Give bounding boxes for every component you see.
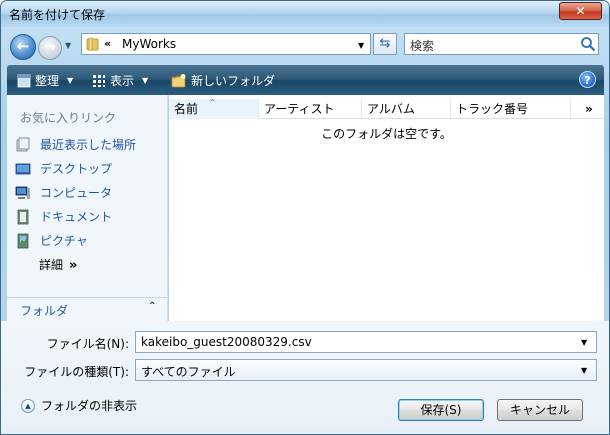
save-options-panel: ファイル名(N): kakeibo_guest20080329.csv ▼ ファ…	[1, 321, 609, 434]
filetype-dropdown-icon[interactable]: ▼	[581, 366, 587, 375]
column-header-album[interactable]: アルバム	[362, 99, 451, 119]
address-row: ← → ▼ « MyWorks ▼ ⇆ 検索	[1, 27, 609, 63]
back-button[interactable]: ←	[10, 34, 36, 60]
column-header-name[interactable]: ^ 名前	[169, 98, 259, 119]
hide-folders-toggle[interactable]: ▲ フォルダの非表示	[21, 397, 137, 414]
help-icon[interactable]: ?	[579, 71, 596, 88]
search-placeholder: 検索	[410, 39, 435, 53]
cancel-button[interactable]: キャンセル	[497, 399, 583, 421]
new-folder-icon	[171, 73, 186, 87]
sidebar-item-desktop[interactable]: デスクトップ	[15, 160, 112, 177]
filetype-select[interactable]: すべてのファイル	[135, 359, 597, 381]
sort-ascending-icon: ^	[209, 98, 216, 107]
title-bar: 名前を付けて保存 ✕	[1, 1, 609, 27]
folders-label: フォルダ	[20, 304, 69, 318]
close-button[interactable]: ✕	[559, 2, 602, 20]
view-caret-icon: ▼	[142, 76, 149, 85]
save-button[interactable]: 保存(S)	[398, 399, 484, 421]
navigation-pane: お気に入りリンク 最近表示した場所 デスクトップ コンピュータ ドキュメント ピ…	[7, 95, 168, 321]
favorite-links-heading: お気に入りリンク	[20, 111, 117, 125]
views-icon	[93, 74, 105, 87]
desktop-icon	[15, 163, 31, 174]
search-input[interactable]: 検索	[404, 33, 599, 55]
view-label: 表示	[110, 74, 135, 88]
sidebar-item-label: コンピュータ	[40, 186, 113, 200]
filetype-label: ファイルの種類(T):	[24, 365, 129, 379]
pictures-icon	[17, 233, 29, 248]
new-folder-button[interactable]: 新しいフォルダ	[171, 72, 275, 89]
save-as-dialog: 名前を付けて保存 ✕ ← → ▼ « MyWorks ▼ ⇆ 検索 整理 ▼ 表…	[0, 0, 610, 435]
view-button[interactable]: 表示 ▼	[92, 72, 148, 89]
sidebar-item-recent-places[interactable]: 最近表示した場所	[15, 136, 136, 153]
recent-places-icon	[16, 137, 30, 151]
sidebar-item-label: ドキュメント	[40, 210, 113, 224]
file-list[interactable]: ^ 名前 アーティスト アルバム トラック番号 » このフォルダは空です。	[169, 95, 604, 321]
folders-toggle[interactable]: フォルダ ⌃	[7, 297, 167, 321]
address-dropdown-icon[interactable]: ▼	[358, 41, 364, 50]
column-header-label: アーティスト	[264, 102, 335, 116]
sidebar-item-label: デスクトップ	[40, 162, 113, 176]
refresh-button[interactable]: ⇆	[373, 33, 397, 55]
forward-button[interactable]: →	[38, 36, 62, 60]
history-dropdown-icon[interactable]: ▼	[65, 41, 71, 50]
column-header-label: 名前	[174, 102, 199, 116]
details-arrow-icon: »	[69, 258, 78, 273]
address-bar[interactable]: « MyWorks ▼	[81, 33, 371, 55]
sidebar-item-pictures[interactable]: ピクチャ	[15, 232, 88, 249]
empty-folder-message: このフォルダは空です。	[321, 127, 452, 141]
details-label: 詳細	[39, 258, 64, 272]
organize-button[interactable]: 整理 ▼	[17, 72, 73, 89]
filename-input[interactable]: kakeibo_guest20080329.csv	[135, 331, 597, 353]
refresh-icon: ⇆	[379, 36, 391, 51]
filename-dropdown-icon[interactable]: ▼	[581, 338, 587, 347]
search-icon[interactable]	[580, 36, 596, 52]
more-columns-icon[interactable]: »	[585, 99, 593, 119]
organize-icon	[17, 74, 31, 87]
command-toolbar: 整理 ▼ 表示 ▼ 新しいフォルダ ?	[7, 65, 604, 95]
column-header-label: アルバム	[367, 102, 415, 116]
breadcrumb-current[interactable]: MyWorks	[122, 37, 176, 51]
column-headers: ^ 名前 アーティスト アルバム トラック番号 »	[169, 98, 604, 119]
column-header-artist[interactable]: アーティスト	[259, 99, 362, 119]
forward-arrow-icon: →	[44, 39, 56, 55]
organize-label: 整理	[35, 74, 60, 88]
breadcrumb-overflow-icon[interactable]: «	[104, 37, 111, 50]
documents-icon	[17, 209, 29, 224]
folder-icon	[86, 37, 99, 51]
sidebar-item-label: ピクチャ	[40, 234, 88, 248]
sidebar-item-label: 最近表示した場所	[40, 138, 137, 152]
computer-icon	[15, 186, 30, 199]
filename-label: ファイル名(N):	[46, 337, 129, 351]
sidebar-item-documents[interactable]: ドキュメント	[15, 208, 112, 225]
back-arrow-icon: ←	[16, 37, 30, 55]
hide-folders-label: フォルダの非表示	[41, 399, 138, 413]
column-header-label: トラック番号	[456, 102, 529, 116]
window-title: 名前を付けて保存	[9, 8, 106, 22]
new-folder-label: 新しいフォルダ	[191, 74, 276, 88]
organize-caret-icon: ▼	[67, 76, 74, 85]
details-link[interactable]: 詳細 »	[39, 256, 77, 273]
column-header-track-number[interactable]: トラック番号	[451, 99, 571, 119]
chevron-up-icon: ⌃	[148, 301, 157, 312]
sidebar-item-computer[interactable]: コンピュータ	[15, 184, 112, 201]
chevron-up-icon: ▲	[21, 398, 35, 413]
